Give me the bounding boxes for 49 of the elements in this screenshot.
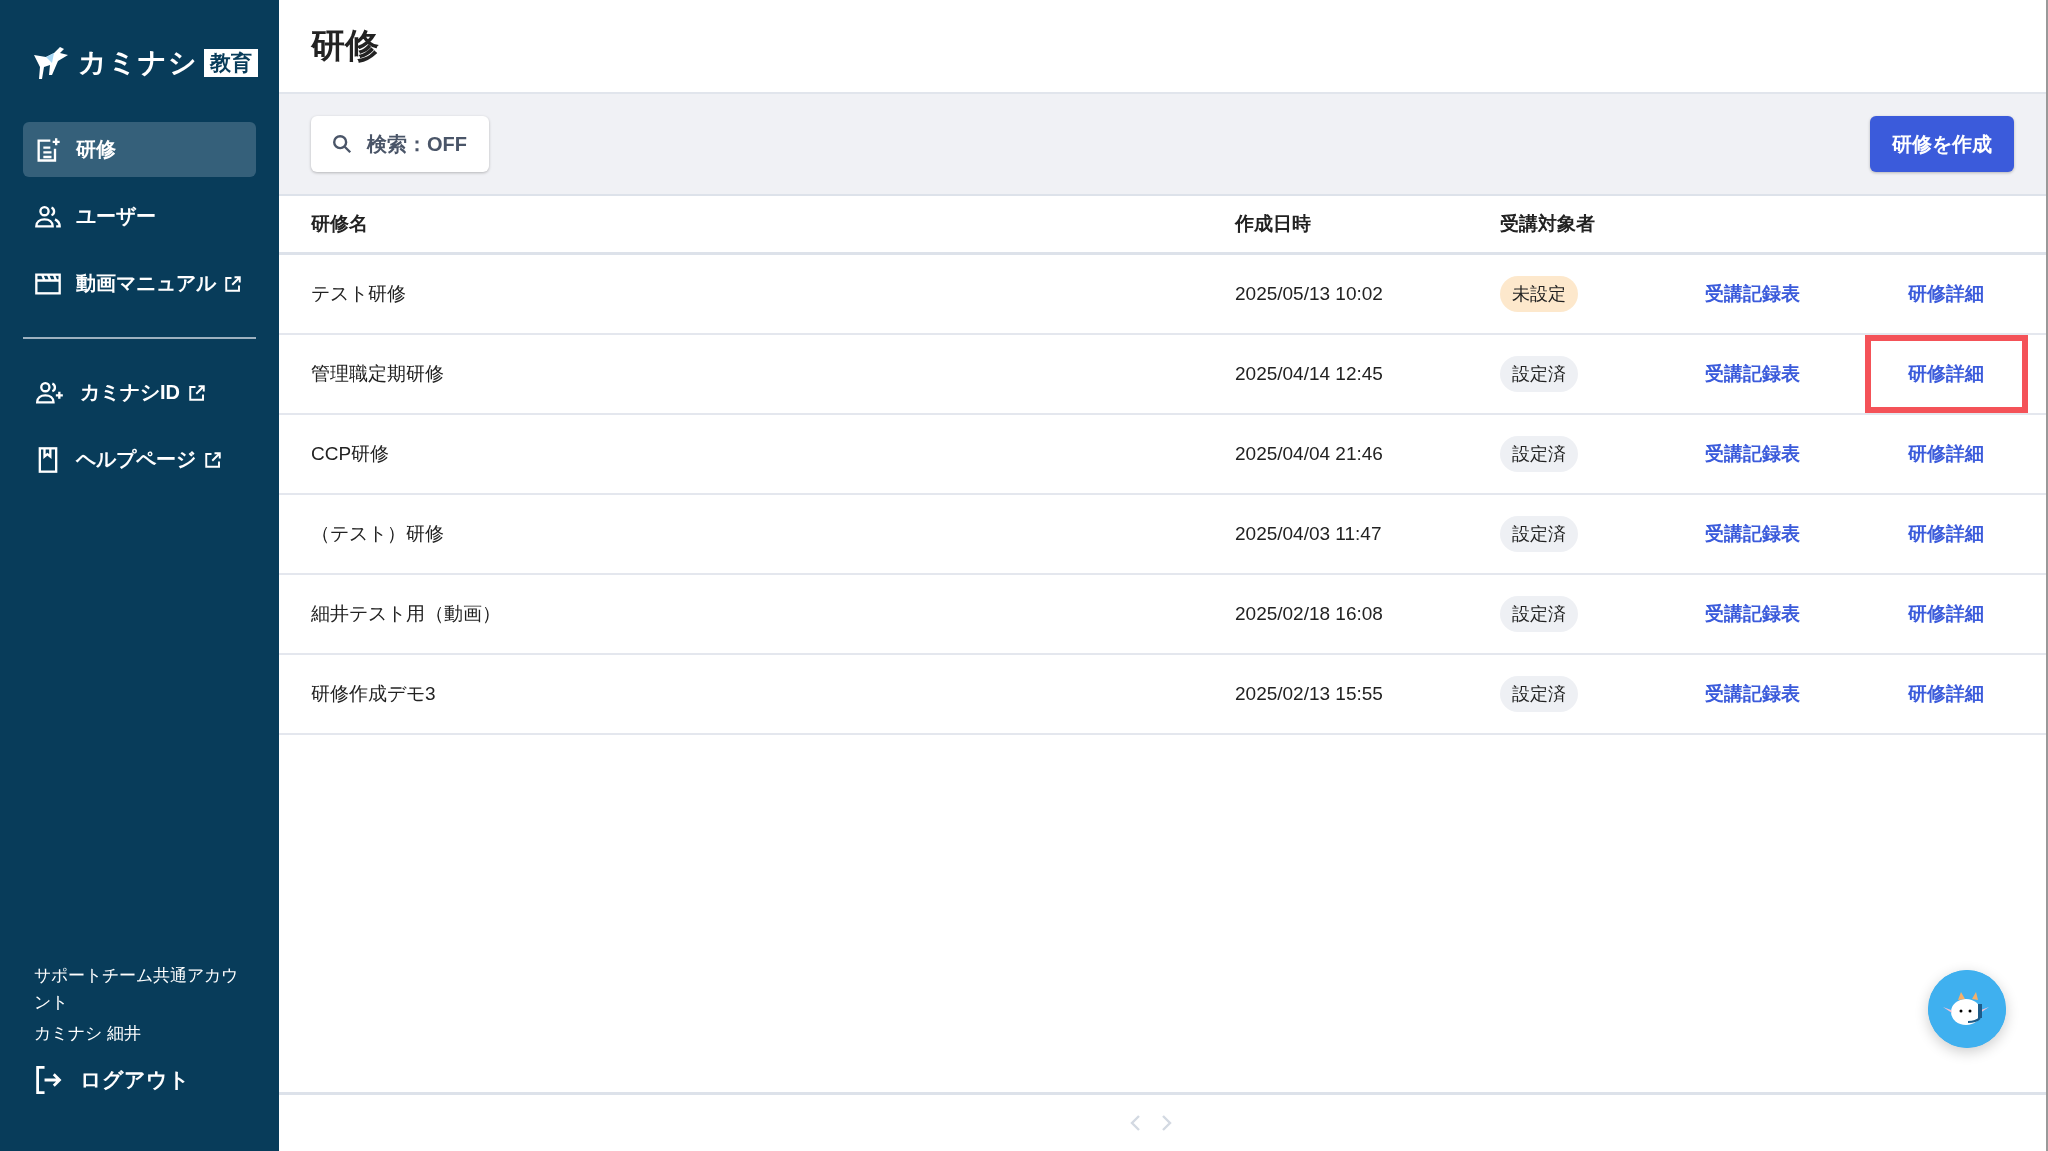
search-toggle-button[interactable]: 検索：OFF <box>311 116 489 172</box>
training-detail-link[interactable]: 研修詳細 <box>1907 601 1984 627</box>
nav-item[interactable]: ヘルプページ <box>23 432 256 487</box>
page-title: 研修 <box>311 25 379 66</box>
status-badge: 未設定 <box>1500 276 1578 312</box>
table-cell: 研修作成デモ3 <box>279 655 1235 735</box>
status-badge: 設定済 <box>1500 676 1578 712</box>
training-detail-link[interactable]: 研修詳細 <box>1907 521 1984 547</box>
column-header: 作成日時 <box>1235 196 1500 255</box>
create-training-button[interactable]: 研修を作成 <box>1870 116 2014 172</box>
logout-icon <box>34 1065 62 1095</box>
logout-link[interactable]: ログアウト <box>23 1065 256 1095</box>
record-sheet-link[interactable]: 受講記録表 <box>1705 441 1800 467</box>
status-badge: 設定済 <box>1500 516 1578 552</box>
nav-item[interactable]: 研修 <box>23 122 256 177</box>
status-badge: 設定済 <box>1500 436 1578 472</box>
training-detail-link[interactable]: 研修詳細 <box>1907 281 1984 307</box>
logo-badge: 教育 <box>204 49 258 77</box>
table-cell: 管理職定期研修 <box>279 335 1235 415</box>
search-icon <box>331 133 353 155</box>
record-sheet-link[interactable]: 受講記録表 <box>1705 521 1800 547</box>
table-cell: 2025/04/14 12:45 <box>1235 335 1500 415</box>
training-detail-link[interactable]: 研修詳細 <box>1907 361 1984 387</box>
training-detail-link[interactable]: 研修詳細 <box>1907 681 1984 707</box>
table-cell: テスト研修 <box>279 255 1235 335</box>
status-badge: 設定済 <box>1500 356 1578 392</box>
nav-item[interactable]: 動画マニュアル <box>23 256 256 311</box>
nav-item[interactable]: ユーザー <box>23 189 256 244</box>
table-cell: （テスト）研修 <box>279 495 1235 575</box>
table-cell: 2025/04/04 21:46 <box>1235 415 1500 495</box>
goat-chat-support-icon[interactable] <box>1928 970 2006 1048</box>
table-cell: 2025/02/18 16:08 <box>1235 575 1500 655</box>
record-sheet-link[interactable]: 受講記録表 <box>1705 361 1800 387</box>
training-detail-link[interactable]: 研修詳細 <box>1907 441 1984 467</box>
status-badge: 設定済 <box>1500 596 1578 632</box>
account-team-name: サポートチーム共通アカウント <box>33 965 239 1014</box>
table-cell: 細井テスト用（動画） <box>279 575 1235 655</box>
table-cell: 2025/02/13 15:55 <box>1235 655 1500 735</box>
column-header: 研修名 <box>279 196 1235 255</box>
column-header: 受講対象者 <box>1500 196 1660 255</box>
record-sheet-link[interactable]: 受講記録表 <box>1705 281 1800 307</box>
account-user-name: カミナシ 細井 <box>33 1023 142 1045</box>
table-cell: 2025/04/03 11:47 <box>1235 495 1500 575</box>
record-sheet-link[interactable]: 受講記録表 <box>1705 681 1800 707</box>
logo-wordmark: カミナシ <box>78 46 198 80</box>
table-cell: 2025/05/13 10:02 <box>1235 255 1500 335</box>
table-cell: CCP研修 <box>279 415 1235 495</box>
record-sheet-link[interactable]: 受講記録表 <box>1705 601 1800 627</box>
nav-item[interactable]: カミナシID <box>23 365 256 420</box>
